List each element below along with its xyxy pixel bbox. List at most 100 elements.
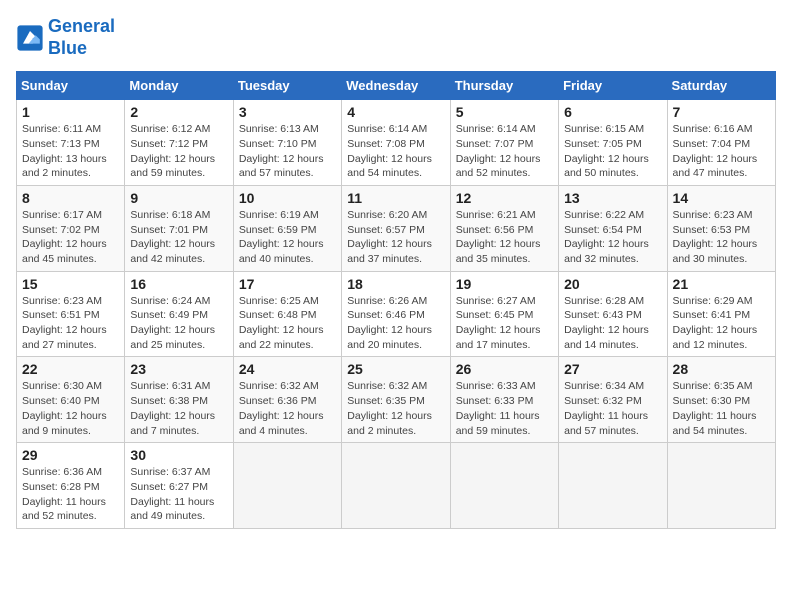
calendar-cell: 23 Sunrise: 6:31 AMSunset: 6:38 PMDaylig… (125, 357, 233, 443)
day-detail: Sunrise: 6:14 AMSunset: 7:07 PMDaylight:… (456, 122, 553, 181)
day-number: 16 (130, 276, 227, 292)
calendar-cell: 25 Sunrise: 6:32 AMSunset: 6:35 PMDaylig… (342, 357, 450, 443)
page-header: General Blue (16, 16, 776, 59)
day-number: 27 (564, 361, 661, 377)
day-number: 26 (456, 361, 553, 377)
calendar-cell: 12 Sunrise: 6:21 AMSunset: 6:56 PMDaylig… (450, 185, 558, 271)
day-number: 30 (130, 447, 227, 463)
day-detail: Sunrise: 6:25 AMSunset: 6:48 PMDaylight:… (239, 294, 336, 353)
calendar-week-5: 29 Sunrise: 6:36 AMSunset: 6:28 PMDaylig… (17, 443, 776, 529)
calendar-cell: 13 Sunrise: 6:22 AMSunset: 6:54 PMDaylig… (559, 185, 667, 271)
day-number: 10 (239, 190, 336, 206)
day-detail: Sunrise: 6:14 AMSunset: 7:08 PMDaylight:… (347, 122, 444, 181)
calendar-cell: 2 Sunrise: 6:12 AMSunset: 7:12 PMDayligh… (125, 100, 233, 186)
day-number: 12 (456, 190, 553, 206)
calendar-cell: 24 Sunrise: 6:32 AMSunset: 6:36 PMDaylig… (233, 357, 341, 443)
calendar-cell: 14 Sunrise: 6:23 AMSunset: 6:53 PMDaylig… (667, 185, 775, 271)
day-number: 18 (347, 276, 444, 292)
calendar-cell: 17 Sunrise: 6:25 AMSunset: 6:48 PMDaylig… (233, 271, 341, 357)
calendar-week-4: 22 Sunrise: 6:30 AMSunset: 6:40 PMDaylig… (17, 357, 776, 443)
header-row: Sunday Monday Tuesday Wednesday Thursday… (17, 72, 776, 100)
day-detail: Sunrise: 6:23 AMSunset: 6:53 PMDaylight:… (673, 208, 770, 267)
calendar-cell (233, 443, 341, 529)
day-number: 7 (673, 104, 770, 120)
logo: General Blue (16, 16, 115, 59)
day-detail: Sunrise: 6:13 AMSunset: 7:10 PMDaylight:… (239, 122, 336, 181)
calendar-cell: 5 Sunrise: 6:14 AMSunset: 7:07 PMDayligh… (450, 100, 558, 186)
calendar-cell: 28 Sunrise: 6:35 AMSunset: 6:30 PMDaylig… (667, 357, 775, 443)
calendar-cell: 1 Sunrise: 6:11 AMSunset: 7:13 PMDayligh… (17, 100, 125, 186)
day-number: 5 (456, 104, 553, 120)
calendar-cell: 4 Sunrise: 6:14 AMSunset: 7:08 PMDayligh… (342, 100, 450, 186)
day-number: 3 (239, 104, 336, 120)
day-detail: Sunrise: 6:18 AMSunset: 7:01 PMDaylight:… (130, 208, 227, 267)
day-detail: Sunrise: 6:24 AMSunset: 6:49 PMDaylight:… (130, 294, 227, 353)
calendar-cell: 19 Sunrise: 6:27 AMSunset: 6:45 PMDaylig… (450, 271, 558, 357)
col-monday: Monday (125, 72, 233, 100)
day-detail: Sunrise: 6:34 AMSunset: 6:32 PMDaylight:… (564, 379, 661, 438)
day-detail: Sunrise: 6:28 AMSunset: 6:43 PMDaylight:… (564, 294, 661, 353)
day-number: 9 (130, 190, 227, 206)
day-detail: Sunrise: 6:32 AMSunset: 6:36 PMDaylight:… (239, 379, 336, 438)
day-detail: Sunrise: 6:21 AMSunset: 6:56 PMDaylight:… (456, 208, 553, 267)
day-number: 6 (564, 104, 661, 120)
calendar-cell: 20 Sunrise: 6:28 AMSunset: 6:43 PMDaylig… (559, 271, 667, 357)
day-detail: Sunrise: 6:29 AMSunset: 6:41 PMDaylight:… (673, 294, 770, 353)
col-thursday: Thursday (450, 72, 558, 100)
logo-text: General Blue (48, 16, 115, 59)
logo-icon (16, 24, 44, 52)
calendar-cell: 10 Sunrise: 6:19 AMSunset: 6:59 PMDaylig… (233, 185, 341, 271)
day-number: 23 (130, 361, 227, 377)
day-detail: Sunrise: 6:37 AMSunset: 6:27 PMDaylight:… (130, 465, 227, 524)
calendar-cell: 18 Sunrise: 6:26 AMSunset: 6:46 PMDaylig… (342, 271, 450, 357)
day-detail: Sunrise: 6:12 AMSunset: 7:12 PMDaylight:… (130, 122, 227, 181)
calendar-cell: 27 Sunrise: 6:34 AMSunset: 6:32 PMDaylig… (559, 357, 667, 443)
day-detail: Sunrise: 6:36 AMSunset: 6:28 PMDaylight:… (22, 465, 119, 524)
col-saturday: Saturday (667, 72, 775, 100)
day-number: 15 (22, 276, 119, 292)
calendar-cell: 8 Sunrise: 6:17 AMSunset: 7:02 PMDayligh… (17, 185, 125, 271)
calendar-cell: 29 Sunrise: 6:36 AMSunset: 6:28 PMDaylig… (17, 443, 125, 529)
day-number: 20 (564, 276, 661, 292)
day-detail: Sunrise: 6:33 AMSunset: 6:33 PMDaylight:… (456, 379, 553, 438)
day-detail: Sunrise: 6:27 AMSunset: 6:45 PMDaylight:… (456, 294, 553, 353)
day-number: 17 (239, 276, 336, 292)
calendar-week-3: 15 Sunrise: 6:23 AMSunset: 6:51 PMDaylig… (17, 271, 776, 357)
calendar-cell (450, 443, 558, 529)
calendar-cell (559, 443, 667, 529)
day-number: 28 (673, 361, 770, 377)
day-detail: Sunrise: 6:15 AMSunset: 7:05 PMDaylight:… (564, 122, 661, 181)
day-number: 1 (22, 104, 119, 120)
day-detail: Sunrise: 6:22 AMSunset: 6:54 PMDaylight:… (564, 208, 661, 267)
col-sunday: Sunday (17, 72, 125, 100)
day-detail: Sunrise: 6:19 AMSunset: 6:59 PMDaylight:… (239, 208, 336, 267)
day-number: 29 (22, 447, 119, 463)
calendar-cell: 22 Sunrise: 6:30 AMSunset: 6:40 PMDaylig… (17, 357, 125, 443)
calendar-cell: 26 Sunrise: 6:33 AMSunset: 6:33 PMDaylig… (450, 357, 558, 443)
col-wednesday: Wednesday (342, 72, 450, 100)
day-detail: Sunrise: 6:32 AMSunset: 6:35 PMDaylight:… (347, 379, 444, 438)
col-friday: Friday (559, 72, 667, 100)
day-number: 11 (347, 190, 444, 206)
day-number: 4 (347, 104, 444, 120)
day-number: 24 (239, 361, 336, 377)
calendar-week-1: 1 Sunrise: 6:11 AMSunset: 7:13 PMDayligh… (17, 100, 776, 186)
col-tuesday: Tuesday (233, 72, 341, 100)
day-detail: Sunrise: 6:30 AMSunset: 6:40 PMDaylight:… (22, 379, 119, 438)
calendar-cell: 6 Sunrise: 6:15 AMSunset: 7:05 PMDayligh… (559, 100, 667, 186)
calendar-cell: 16 Sunrise: 6:24 AMSunset: 6:49 PMDaylig… (125, 271, 233, 357)
calendar-table: Sunday Monday Tuesday Wednesday Thursday… (16, 71, 776, 529)
calendar-cell: 15 Sunrise: 6:23 AMSunset: 6:51 PMDaylig… (17, 271, 125, 357)
day-detail: Sunrise: 6:17 AMSunset: 7:02 PMDaylight:… (22, 208, 119, 267)
calendar-cell: 11 Sunrise: 6:20 AMSunset: 6:57 PMDaylig… (342, 185, 450, 271)
day-detail: Sunrise: 6:31 AMSunset: 6:38 PMDaylight:… (130, 379, 227, 438)
day-number: 2 (130, 104, 227, 120)
day-detail: Sunrise: 6:26 AMSunset: 6:46 PMDaylight:… (347, 294, 444, 353)
day-number: 8 (22, 190, 119, 206)
calendar-cell: 7 Sunrise: 6:16 AMSunset: 7:04 PMDayligh… (667, 100, 775, 186)
day-detail: Sunrise: 6:20 AMSunset: 6:57 PMDaylight:… (347, 208, 444, 267)
day-number: 21 (673, 276, 770, 292)
calendar-cell: 21 Sunrise: 6:29 AMSunset: 6:41 PMDaylig… (667, 271, 775, 357)
day-number: 13 (564, 190, 661, 206)
day-detail: Sunrise: 6:23 AMSunset: 6:51 PMDaylight:… (22, 294, 119, 353)
